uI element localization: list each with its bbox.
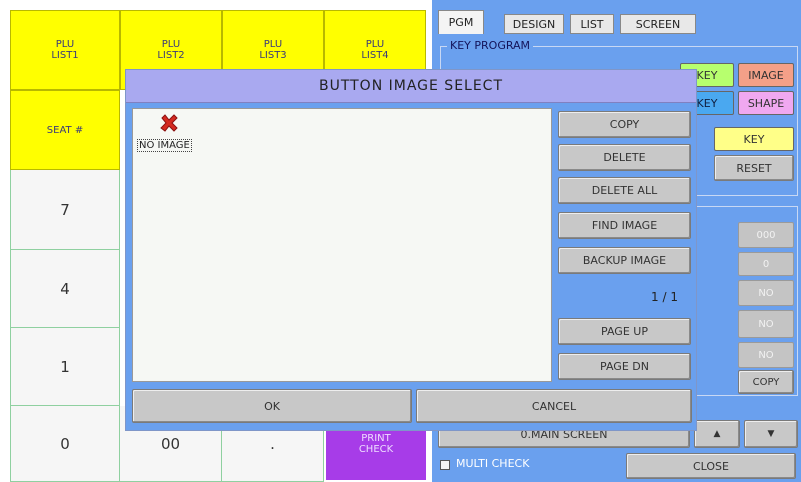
key-4[interactable]: 4 [10,250,120,328]
group-title: KEY PROGRAM [447,39,534,52]
no-image-label: NO IMAGE [137,139,192,152]
reset-button[interactable]: RESET [714,155,794,181]
scroll-down-button[interactable]: ▼ [744,420,798,448]
image-button[interactable]: IMAGE [738,63,794,87]
tab-list[interactable]: LIST [570,14,614,34]
find-image-button[interactable]: FIND IMAGE [558,212,691,239]
tab-screen[interactable]: SCREEN [620,14,696,34]
value-field-5: NO [738,342,794,368]
seat-key[interactable]: SEAT # [10,90,120,170]
key-1[interactable]: 1 [10,328,120,406]
plu-list1-key[interactable]: PLU LIST1 [10,10,120,90]
page-down-button[interactable]: PAGE DN [558,353,691,380]
backup-image-button[interactable]: BACKUP IMAGE [558,247,691,274]
delete-all-button[interactable]: DELETE ALL [558,177,691,204]
key-0[interactable]: 0 [10,406,120,482]
tab-pgm[interactable]: PGM [438,10,484,34]
copy-key-button[interactable]: COPY [738,370,794,394]
tab-design[interactable]: DESIGN [504,14,564,34]
key-button[interactable]: KEY [714,127,794,151]
image-tile-no-image[interactable]: NO IMAGE [135,111,199,161]
shape-button[interactable]: SHAPE [738,91,794,115]
value-field-1: 000 [738,222,794,248]
multi-check-label: MULTI CHECK [456,457,530,470]
multi-check-checkbox[interactable] [440,460,450,470]
image-list[interactable]: NO IMAGE [132,108,552,382]
value-field-3: NO [738,280,794,306]
cancel-button[interactable]: CANCEL [416,389,692,423]
page-up-button[interactable]: PAGE UP [558,318,691,345]
page-indicator: 1 / 1 [651,290,678,304]
dialog-title: BUTTON IMAGE SELECT [126,70,696,103]
ok-button[interactable]: OK [132,389,412,423]
value-field-4: NO [738,310,794,338]
close-icon [159,113,179,133]
scroll-up-button[interactable]: ▲ [694,420,740,448]
button-image-select-dialog: BUTTON IMAGE SELECT NO IMAGE COPY DELETE… [126,70,696,430]
delete-image-button[interactable]: DELETE [558,144,691,171]
key-7[interactable]: 7 [10,170,120,250]
close-button[interactable]: CLOSE [626,453,796,479]
copy-image-button[interactable]: COPY [558,111,691,138]
value-field-2: 0 [738,252,794,276]
